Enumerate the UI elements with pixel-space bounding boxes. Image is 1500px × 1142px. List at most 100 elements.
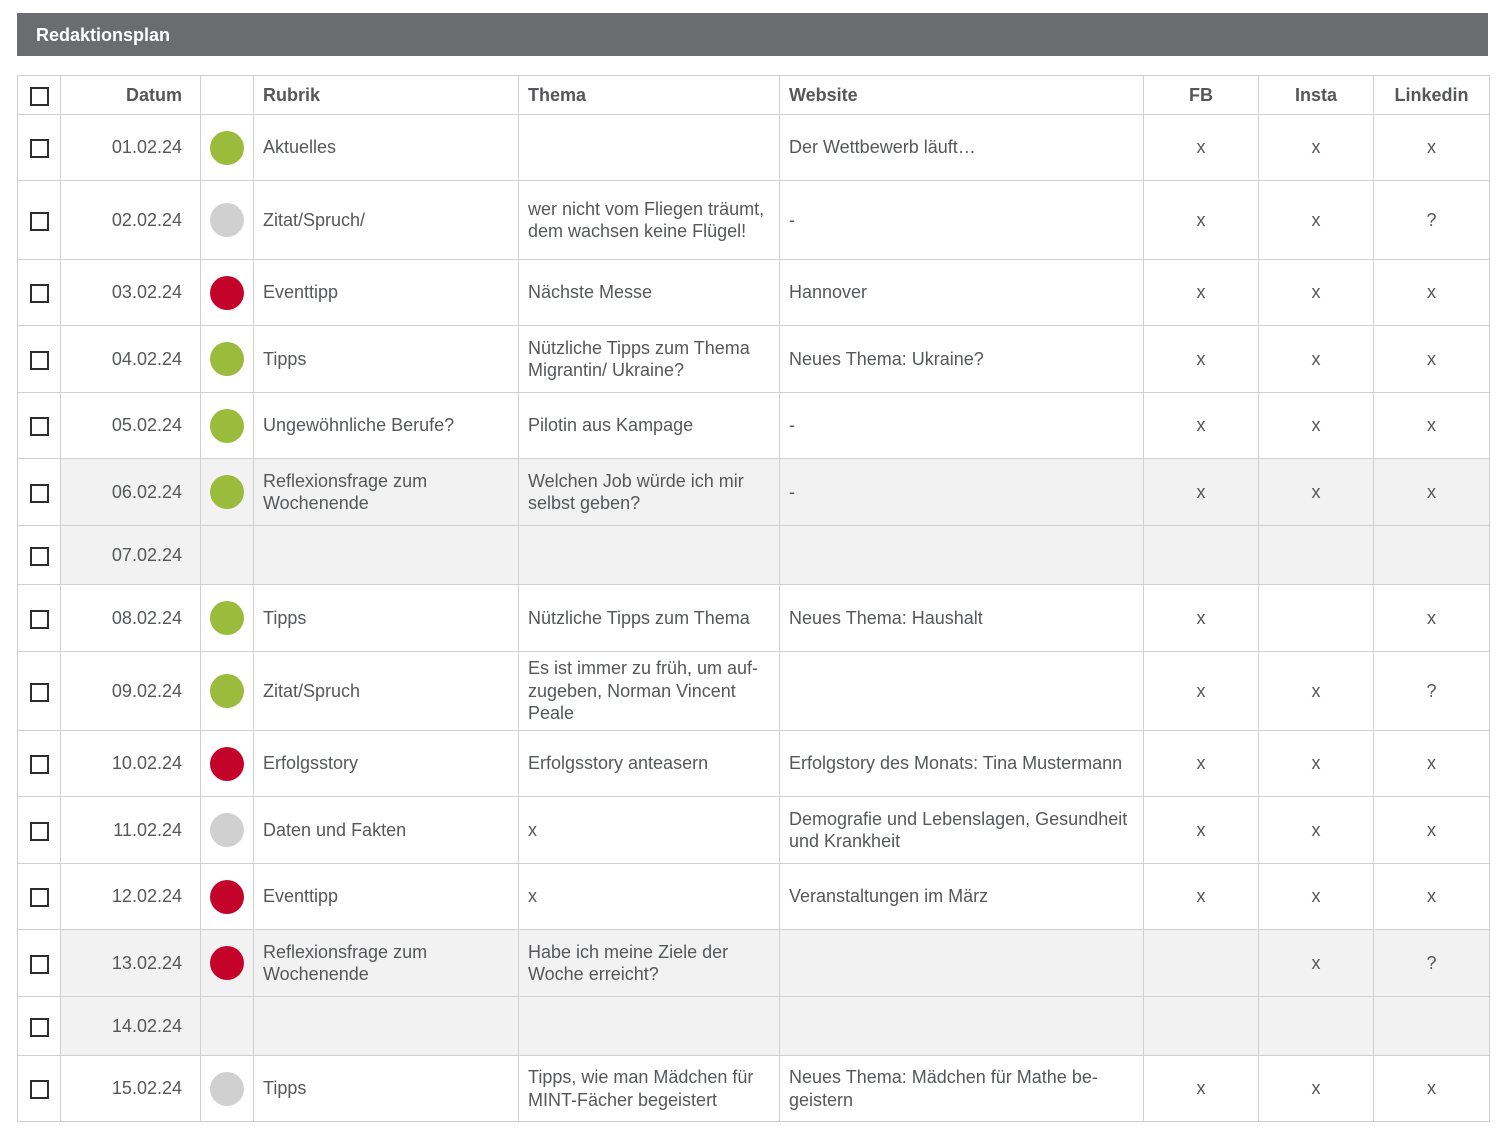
column-header-linkedin[interactable]: Linkedin [1373,75,1490,115]
cell-thema: Erfolgsstory anteasern [518,730,780,797]
column-header-thema[interactable]: Thema [518,75,780,115]
column-header-website[interactable]: Website [779,75,1144,115]
row-checkbox[interactable] [29,284,49,303]
row-checkbox[interactable] [29,821,49,841]
cell-datum: 05.02.24 [60,392,201,459]
cell-linkedin: x [1373,796,1490,864]
column-header-status [200,75,254,115]
cell-website: Hannover [779,259,1144,326]
cell-linkedin [1373,525,1490,585]
status-red-dot [210,946,244,980]
cell-thema [518,114,780,181]
cell-linkedin: ? [1373,929,1490,997]
cell-insta: x [1258,796,1374,864]
cell-status [200,996,254,1056]
row-checkbox[interactable] [29,139,49,158]
table-row[interactable]: 09.02.24 Zitat/Spruch Es ist immer zu früh… [17,651,1490,731]
status-gray-dot [210,1071,244,1106]
row-select-cell [17,1055,61,1122]
row-checkbox[interactable] [29,682,49,702]
table-row[interactable]: 07.02.24 [17,525,1490,585]
cell-thema: Nächste Messe [518,259,780,326]
row-select-cell [17,796,61,864]
table-row[interactable]: 04.02.24 Tipps Nützliche Tipps zum Thema M… [17,325,1490,393]
title-bar: Redaktionsplan [17,13,1488,56]
row-checkbox[interactable] [29,417,49,436]
cell-website [779,651,1144,731]
table-row[interactable]: 06.02.24 Reflexionsfrage zum Wochenende We… [17,458,1490,526]
editorial-plan-table: Datum Rubrik Thema Website FB Insta Link… [17,75,1490,1122]
cell-thema: Nützliche Tipps zum Thema [518,584,780,652]
cell-status [200,1055,254,1122]
cell-website: Neues Thema: Ukraine? [779,325,1144,393]
cell-fb: x [1143,114,1259,181]
cell-datum: 04.02.24 [60,325,201,393]
table-row[interactable]: 15.02.24 Tipps Tipps, wie man Mädchen für … [17,1055,1490,1122]
cell-status [200,863,254,930]
table-row[interactable]: 10.02.24 Erfolgsstory Erfolgsstory antease… [17,730,1490,797]
row-checkbox[interactable] [29,888,49,907]
cell-linkedin: x [1373,1055,1490,1122]
status-green-dot [210,475,244,509]
status-red-dot [210,746,244,781]
cell-insta: x [1258,259,1374,326]
cell-rubrik: Erfolgsstory [253,730,519,797]
select-all-checkbox[interactable] [29,86,49,106]
cell-insta [1258,584,1374,652]
cell-fb: x [1143,651,1259,731]
row-checkbox[interactable] [29,1080,49,1099]
cell-linkedin: x [1373,392,1490,459]
row-checkbox[interactable] [29,483,49,503]
cell-insta: x [1258,114,1374,181]
row-checkbox[interactable] [29,954,49,974]
table-row[interactable]: 11.02.24 Daten und Fakten x Demografie und … [17,796,1490,864]
cell-rubrik: Eventtipp [253,259,519,326]
cell-status [200,730,254,797]
cell-status [200,525,254,585]
table-row[interactable]: 01.02.24 Aktuelles Der Wettbewerb läuft… x x… [17,114,1490,181]
row-checkbox[interactable] [29,350,49,370]
row-select-cell [17,929,61,997]
cell-insta: x [1258,180,1374,260]
column-header-datum[interactable]: Datum [60,75,201,115]
cell-linkedin: x [1373,730,1490,797]
table-row[interactable]: 05.02.24 Ungewöhnliche Berufe? Pilotin aus… [17,392,1490,459]
row-select-cell [17,114,61,181]
table-row[interactable]: 12.02.24 Eventtipp x Veranstaltungen im Mär… [17,863,1490,930]
cell-status [200,651,254,731]
cell-website: Demografie und Lebenslagen, Gesundheit u… [779,796,1144,864]
cell-website: Erfolgstory des Monats: Tina Mustermann [779,730,1144,797]
page-title: Redaktionsplan [36,25,171,45]
cell-linkedin: x [1373,584,1490,652]
cell-website: - [779,180,1144,260]
cell-fb: x [1143,259,1259,326]
table-row[interactable]: 03.02.24 Eventtipp Nächste Messe Hannover x x… [17,259,1490,326]
cell-thema: Welchen Job würde ich mir selbst geben? [518,458,780,526]
row-checkbox[interactable] [29,755,49,774]
table-row[interactable]: 08.02.24 Tipps Nützliche Tipps zum Thema Ne… [17,584,1490,652]
table-body: 01.02.24 Aktuelles Der Wettbewerb läuft… x x… [17,114,1490,1122]
cell-datum: 11.02.24 [60,796,201,864]
column-header-fb[interactable]: FB [1143,75,1259,115]
column-header-rubrik[interactable]: Rubrik [253,75,519,115]
row-checkbox[interactable] [29,609,49,629]
cell-rubrik: Ungewöhnliche Berufe? [253,392,519,459]
cell-insta: x [1258,730,1374,797]
cell-status [200,458,254,526]
cell-datum: 01.02.24 [60,114,201,181]
table-row[interactable]: 02.02.24 Zitat/Spruch/wer nicht vom Flieg… [17,180,1490,260]
cell-thema: Habe ich meine Ziele der Woche erreicht? [518,929,780,997]
cell-rubrik [253,996,519,1056]
table-row[interactable]: 13.02.24 Reflexionsfrage zum Wochenende Ha… [17,929,1490,997]
column-header-insta[interactable]: Insta [1258,75,1374,115]
row-checkbox[interactable] [29,1017,49,1037]
row-checkbox[interactable] [29,546,49,566]
status-green-dot [210,408,244,443]
cell-linkedin: x [1373,863,1490,930]
cell-thema: x [518,863,780,930]
cell-status [200,180,254,260]
table-row[interactable]: 14.02.24 [17,996,1490,1056]
row-checkbox[interactable] [29,211,49,231]
status-green-dot [210,130,244,165]
cell-fb: x [1143,325,1259,393]
